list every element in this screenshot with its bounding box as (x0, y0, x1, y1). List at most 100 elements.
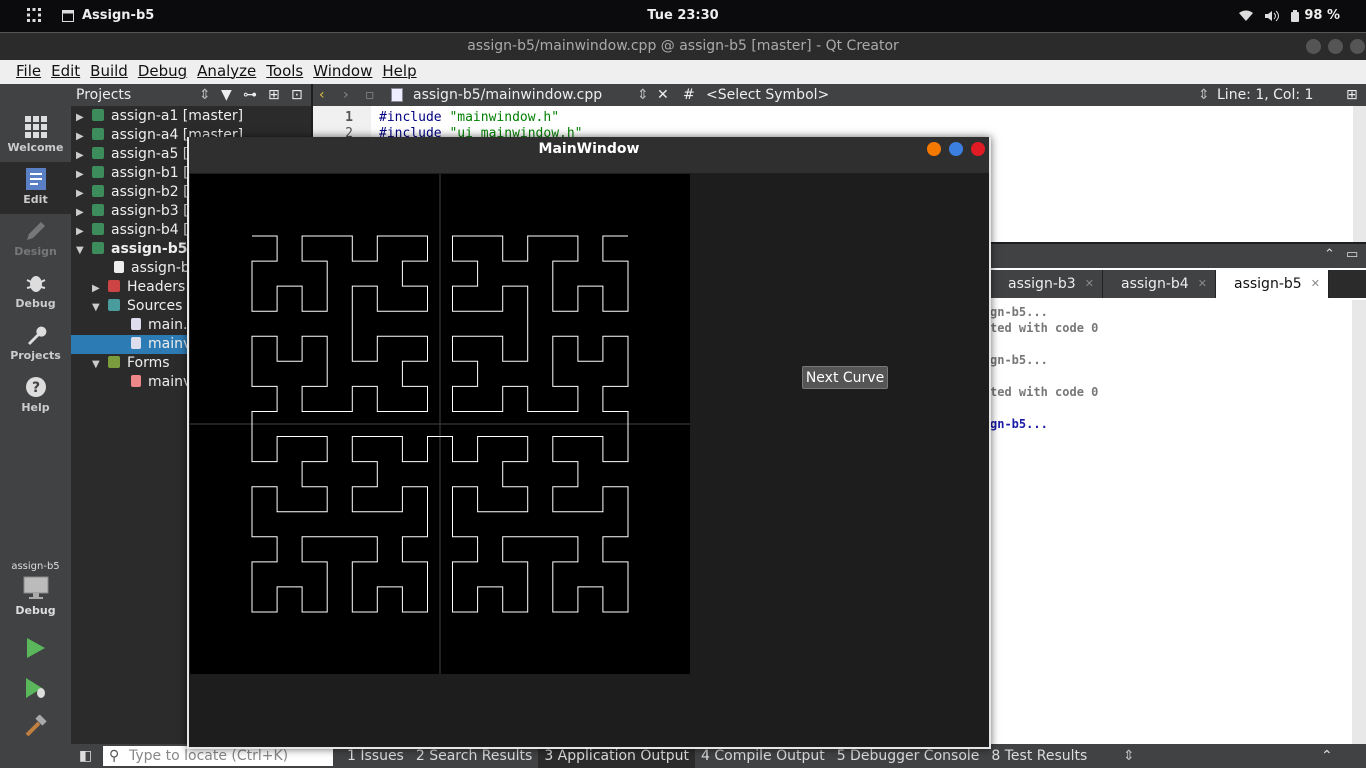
svg-text:?: ? (31, 380, 39, 396)
run-tab[interactable]: assign-b4 ✕ (1103, 270, 1216, 298)
tree-item-label: mainv (148, 374, 192, 390)
mode-edit[interactable]: Edit (0, 162, 71, 214)
run-tab[interactable]: assign-b3 ✕ (990, 270, 1103, 298)
link-icon[interactable]: ⊶ (243, 84, 257, 106)
tree-item-label: assign-b1 [ (111, 165, 189, 181)
output-text: gn-b5... ted with code 0 gn-b5... ted wi… (990, 304, 1098, 432)
menu-build[interactable]: Build (85, 60, 133, 84)
project-icon (92, 185, 104, 197)
expand-arrow-icon[interactable]: ▶ (76, 222, 88, 240)
expand-arrow-icon[interactable]: ▶ (76, 108, 88, 126)
include-path: "mainwindow.h" (449, 110, 560, 125)
split-icon[interactable]: ⊞ (268, 84, 280, 106)
menu-file[interactable]: File (11, 60, 46, 84)
tree-item[interactable]: ▶ assign-a1 [master] (71, 107, 311, 126)
pencil-icon (26, 222, 45, 240)
collapse-arrow-icon[interactable]: ▼ (92, 355, 104, 373)
mode-design[interactable]: Design (0, 214, 71, 266)
clock[interactable]: Tue 23:30 (0, 8, 1366, 23)
cursor-position[interactable]: Line: 1, Col: 1 (1217, 84, 1313, 106)
run-button[interactable] (0, 637, 71, 663)
menu-bar: File Edit Build Debug Analyze Tools Wind… (0, 60, 1366, 84)
expand-arrow-icon[interactable]: ▶ (76, 127, 88, 145)
editor-scrollbar[interactable] (1353, 106, 1366, 242)
project-icon (92, 166, 104, 178)
collapse-arrow-icon[interactable]: ▼ (76, 241, 88, 259)
menu-window[interactable]: Window (308, 60, 377, 84)
kit-selector-button[interactable]: Debug (0, 576, 71, 617)
application-output-pane: ⌃ ▭ assign-b3 ✕ assign-b4 ✕ assign-b5 ✕ gn-… (990, 244, 1366, 744)
menu-debug[interactable]: Debug (133, 60, 192, 84)
menu-analyze[interactable]: Analyze (192, 60, 261, 84)
project-icon (92, 147, 104, 159)
tree-item-label: assign-b3 [ (111, 203, 189, 219)
minimize-button[interactable] (927, 142, 941, 156)
document-selector[interactable]: assign-b5/mainwindow.cpp (391, 84, 602, 106)
expand-arrow-icon[interactable]: ▶ (92, 279, 104, 297)
expand-arrow-icon[interactable]: ▶ (76, 184, 88, 202)
collapse-arrow-icon[interactable]: ▼ (92, 298, 104, 316)
main-window-titlebar[interactable]: MainWindow (189, 137, 989, 161)
menu-tools[interactable]: Tools (261, 60, 308, 84)
close-button[interactable] (1350, 39, 1365, 54)
mode-debug[interactable]: Debug (0, 266, 71, 318)
mode-label: Welcome (7, 141, 64, 154)
forward-arrow-icon[interactable]: › (343, 84, 349, 106)
tree-item-label: Forms (127, 355, 170, 371)
window-titlebar[interactable]: assign-b5/mainwindow.cpp @ assign-b5 [ma… (0, 32, 1366, 60)
system-tray[interactable]: 98 % (1239, 8, 1340, 23)
expand-arrow-icon[interactable]: ▶ (76, 146, 88, 164)
mode-help[interactable]: ? Help (0, 370, 71, 422)
question-icon: ? (25, 377, 46, 397)
run-tab-label: assign-b5 (1234, 276, 1302, 292)
output-scrollbar[interactable] (1352, 300, 1366, 744)
document-icon (25, 168, 46, 190)
symbol-hash: # (683, 87, 695, 103)
run-tab-active[interactable]: assign-b5 ✕ (1216, 270, 1329, 298)
expand-arrow-icon[interactable]: ▶ (76, 203, 88, 221)
test-results-pane-button[interactable]: 8 Test Results (985, 744, 1093, 768)
symbol-dropdown-arrows[interactable]: ⇕ (1198, 84, 1210, 106)
close-document-icon[interactable]: ✕ (657, 84, 669, 106)
menu-edit[interactable]: Edit (46, 60, 85, 84)
close-pane-icon[interactable]: ⊡ (291, 84, 303, 106)
output-pane-header: ⌃ ▭ (990, 244, 1366, 268)
volume-icon (1265, 10, 1280, 21)
debug-run-button[interactable] (0, 677, 71, 703)
wrench-icon (27, 326, 46, 345)
tree-item-label: assign-b4 [ (111, 222, 189, 238)
monitor-icon (23, 576, 48, 599)
back-arrow-icon[interactable]: ‹ (319, 84, 325, 106)
project-icon (92, 109, 104, 121)
maximize-button[interactable] (949, 142, 963, 156)
maximize-output-icon[interactable]: ⌃ (1321, 744, 1333, 768)
close-pane-icon[interactable]: ▭ (1346, 247, 1358, 262)
locator-input[interactable]: ⚲ Type to locate (Ctrl+K) (103, 746, 333, 766)
search-icon: ⚲ (109, 748, 120, 764)
close-tab-icon[interactable]: ✕ (1085, 270, 1094, 298)
minimize-button[interactable] (1306, 39, 1321, 54)
split-editor-icon[interactable]: ⊞ (1346, 84, 1358, 106)
output-line: ted with code 0 (990, 385, 1099, 399)
document-dropdown-arrows[interactable]: ⇕ (637, 84, 649, 106)
filter-icon[interactable]: ▼ (221, 84, 232, 106)
view-selector-arrows[interactable]: ⇕ (199, 84, 211, 106)
maximize-button[interactable] (1328, 39, 1343, 54)
output-line: gn-b5... (990, 353, 1048, 367)
next-curve-button[interactable]: Next Curve (802, 366, 888, 389)
maximize-pane-icon[interactable]: ⌃ (1324, 247, 1335, 262)
more-panes-arrows[interactable]: ⇕ (1123, 744, 1135, 768)
symbol-selector[interactable]: <Select Symbol> (706, 84, 829, 106)
mode-welcome[interactable]: Welcome (0, 110, 71, 162)
toggle-sidebar-icon[interactable]: ◧ (79, 744, 92, 768)
close-button[interactable] (971, 142, 985, 156)
expand-arrow-icon[interactable]: ▶ (76, 165, 88, 183)
pro-file-icon (114, 261, 124, 273)
build-button[interactable] (0, 714, 71, 741)
project-icon (92, 128, 104, 140)
mode-projects[interactable]: Projects (0, 318, 71, 370)
menu-help[interactable]: Help (377, 60, 421, 84)
close-tab-icon[interactable]: ✕ (1311, 270, 1320, 298)
close-tab-icon[interactable]: ✕ (1198, 270, 1207, 298)
